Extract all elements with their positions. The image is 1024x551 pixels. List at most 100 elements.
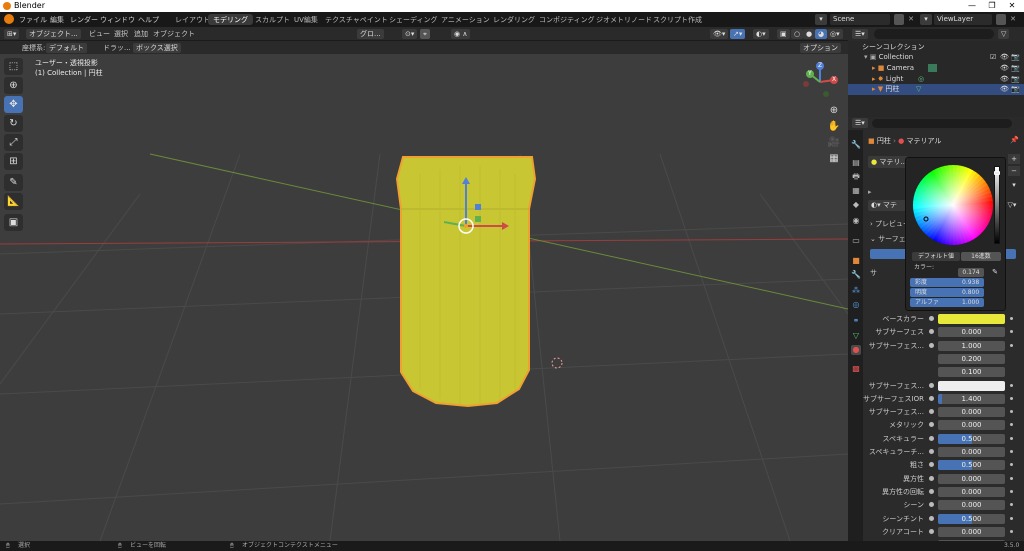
property-field[interactable]: 0.000 [938, 527, 1005, 537]
keyframe-dot-icon[interactable] [1010, 517, 1013, 520]
pivot-icon[interactable]: ⊙▾ [402, 29, 418, 39]
select-box-icon[interactable]: ⬚ [4, 58, 23, 75]
shading-solid-icon[interactable]: ● [803, 29, 816, 39]
measure-icon[interactable]: 📐 [4, 193, 23, 210]
menu-help[interactable]: ヘルプ [138, 15, 159, 25]
hue-field[interactable]: 0.174 [958, 268, 984, 277]
new-viewlayer-icon[interactable] [996, 14, 1006, 25]
menu-render[interactable]: レンダー [70, 15, 98, 25]
keyframe-dot-icon[interactable] [1010, 437, 1013, 440]
tab-scripting[interactable]: スクリプト作成 [648, 14, 707, 25]
view-layer-tab-icon[interactable]: ▦ [851, 186, 861, 196]
material-slot[interactable]: ● マテリ... [868, 156, 908, 168]
collection-row[interactable]: ▾ ▣ Collection ☑ 👁 📷 [848, 52, 1024, 63]
tab-default-value[interactable]: デフォルト値 [912, 252, 960, 261]
object-tab-icon[interactable]: ■ [851, 256, 861, 266]
world-tab-icon[interactable]: ◉ [851, 216, 861, 226]
tab-uv-edit[interactable]: UV編集 [289, 14, 323, 25]
socket-dot-icon[interactable] [929, 316, 934, 321]
property-field[interactable]: 0.000 [938, 500, 1005, 510]
material-name-field[interactable]: ◐▾ マテ [868, 200, 908, 211]
keyframe-dot-icon[interactable] [1010, 490, 1013, 493]
shading-rendered-icon[interactable]: ◎▾ [827, 29, 843, 39]
add-cube-icon[interactable]: ▣ [4, 214, 23, 231]
blender-menu-icon[interactable] [4, 14, 14, 24]
property-field[interactable]: 0.000 [938, 474, 1005, 484]
physics-tab-icon[interactable]: ◎ [851, 300, 861, 310]
render-tab-icon[interactable]: ▤ [851, 158, 861, 168]
alpha-field[interactable]: アルファ 1.000 [910, 298, 984, 307]
keyframe-dot-icon[interactable] [1010, 530, 1013, 533]
outliner-item-cylinder[interactable]: ▸ ▼ 円柱 ▽ 👁 📷 [848, 84, 1024, 95]
menu-view[interactable]: ビュー [89, 29, 110, 39]
pin-icon[interactable]: 📌 [1010, 136, 1019, 144]
cylinder-eye-icon[interactable]: 👁 [1000, 84, 1009, 95]
keyframe-dot-icon[interactable] [1010, 330, 1013, 333]
xray-icon[interactable]: ▣ [777, 29, 790, 39]
socket-dot-icon[interactable] [929, 409, 934, 414]
pan-hand-icon[interactable]: ✋ [827, 120, 841, 134]
eyedropper-icon[interactable]: ✎ [990, 268, 1000, 277]
maximize-button[interactable]: ❐ [982, 0, 1002, 12]
move-icon[interactable]: ✥ [4, 96, 23, 113]
editor-type-icon[interactable]: ⊞▾ [4, 29, 20, 39]
value-slider-handle[interactable] [994, 171, 1000, 175]
snap-icon[interactable]: ⌖ [420, 29, 430, 39]
socket-dot-icon[interactable] [929, 462, 934, 467]
tab-texture-paint[interactable]: テクスチャペイント [320, 14, 393, 25]
property-field[interactable]: 0.200 [938, 354, 1005, 364]
new-scene-icon[interactable] [894, 14, 904, 25]
3d-viewport[interactable]: ユーザー・透視投影 (1) Collection | 円柱 Z X Y ⊕ ✋ … [0, 54, 848, 541]
property-field[interactable]: 0.000 [938, 327, 1005, 337]
property-field[interactable]: 0.100 [938, 367, 1005, 377]
remove-slot-button[interactable]: − [1008, 166, 1020, 176]
socket-dot-icon[interactable] [929, 383, 934, 388]
menu-file[interactable]: ファイル [19, 15, 47, 25]
transform-icon[interactable]: ⊞ [4, 153, 23, 170]
keyframe-dot-icon[interactable] [1010, 450, 1013, 453]
cursor-icon[interactable]: ⊕ [4, 77, 23, 94]
menu-object[interactable]: オブジェクト [153, 29, 195, 39]
scene-tab-icon[interactable]: ◆ [851, 200, 861, 210]
annotate-icon[interactable]: ✎ [4, 174, 23, 191]
outliner-editor-icon[interactable]: ☰▾ [852, 29, 868, 39]
gizmo-toggle-icon[interactable]: ↗▾ [730, 29, 746, 39]
tab-animation[interactable]: アニメーション [436, 14, 495, 25]
tab-modeling[interactable]: モデリング [208, 14, 253, 25]
viewlayer-icon[interactable]: ▾ [920, 14, 932, 25]
slot-menu-icon[interactable]: ▾ [1008, 180, 1020, 190]
zoom-icon[interactable]: ⊕ [827, 104, 841, 118]
socket-dot-icon[interactable] [929, 329, 934, 334]
options-dropdown[interactable]: オプション [800, 43, 841, 53]
property-field[interactable] [938, 381, 1005, 391]
properties-editor-icon[interactable]: ☰▾ [852, 118, 868, 128]
camera-render-icon[interactable]: 📷 [1011, 63, 1020, 74]
outliner-search-input[interactable] [874, 29, 994, 39]
camera-view-icon[interactable]: 🎥 [827, 136, 841, 150]
delete-scene-icon[interactable]: ✕ [906, 14, 916, 25]
outliner-item-camera[interactable]: ▸ ■ Camera 👁 📷 [848, 63, 1024, 74]
keyframe-dot-icon[interactable] [1010, 384, 1013, 387]
viewlayer-selector[interactable]: ViewLayer [934, 14, 992, 25]
tab-compositing[interactable]: コンポジティング [534, 14, 600, 25]
keyframe-dot-icon[interactable] [1010, 397, 1013, 400]
coord-selector[interactable]: デフォルト [46, 43, 87, 53]
menu-add[interactable]: 追加 [134, 29, 148, 39]
tab-rendering[interactable]: レンダリング [488, 14, 540, 25]
property-field[interactable]: 0.000 [938, 487, 1005, 497]
property-field[interactable] [938, 314, 1005, 324]
keyframe-dot-icon[interactable] [1010, 477, 1013, 480]
property-field[interactable]: 0.000 [938, 420, 1005, 430]
property-field[interactable]: 0.500 [938, 434, 1005, 444]
socket-dot-icon[interactable] [929, 529, 934, 534]
navigation-gizmo[interactable]: Z X Y [798, 60, 842, 100]
value-slider[interactable] [994, 166, 1000, 244]
tab-shading[interactable]: シェーディング [384, 14, 443, 25]
shading-material-icon[interactable]: ◕ [815, 29, 828, 39]
properties-search-input[interactable] [872, 119, 1012, 128]
mode-selector[interactable]: オブジェクト... [26, 29, 81, 39]
socket-dot-icon[interactable] [929, 436, 934, 441]
surface-shader-field[interactable] [870, 249, 910, 259]
keyframe-dot-icon[interactable] [1010, 317, 1013, 320]
property-field[interactable]: 1.000 [938, 341, 1005, 351]
